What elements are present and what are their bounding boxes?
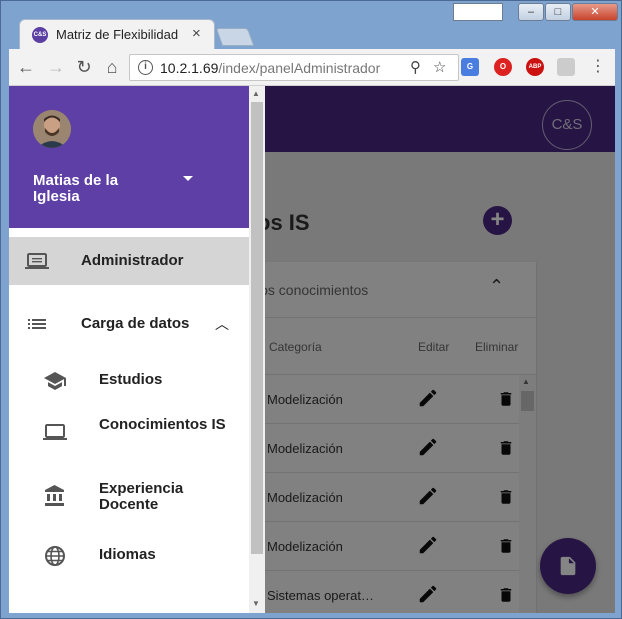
submenu-item-estudios[interactable]: Estudios	[9, 357, 249, 405]
info-icon[interactable]: i	[138, 60, 153, 75]
school-icon	[44, 372, 66, 390]
page-viewport: C&S os IS + los conocimientos ⌃ Categorí…	[9, 86, 615, 613]
address-bar[interactable]: i 10.2.1.69/index/panelAdministrador ⚲ ☆	[129, 54, 459, 81]
favicon-icon: C&S	[32, 27, 48, 43]
minimize-button[interactable]: –	[518, 3, 544, 21]
submenu-item-label: Experiencia Docente	[99, 480, 184, 513]
user-name: Matias de la Iglesia	[33, 172, 119, 205]
adblock-icon[interactable]: ABP	[526, 58, 544, 76]
home-icon[interactable]: ⌂	[101, 56, 123, 78]
submenu-item-label: Conocimientos IS	[99, 416, 226, 433]
star-icon[interactable]: ☆	[433, 58, 446, 76]
back-arrow-icon[interactable]: ←	[15, 56, 37, 78]
scroll-up-arrow-icon[interactable]: ▲	[252, 89, 260, 98]
close-window-button[interactable]: ✕	[572, 3, 618, 21]
menu-item-label: Administrador	[81, 252, 184, 269]
menu-dots-icon[interactable]: ⋮	[587, 56, 609, 78]
drawer-scrollbar[interactable]: ▲ ▼	[249, 86, 265, 613]
extension-icon[interactable]	[557, 58, 575, 76]
drawer-header: Matias de la Iglesia	[9, 86, 249, 228]
browser-window: C&S Matriz de Flexibilidad × – □ ✕ ← → ↻…	[0, 0, 622, 619]
bank-icon	[45, 485, 64, 506]
list-icon	[28, 319, 46, 329]
translate-extension-icon[interactable]: G	[461, 58, 479, 76]
browser-toolbar: ← → ↻ ⌂ i 10.2.1.69/index/panelAdministr…	[9, 49, 615, 86]
computer-icon	[25, 253, 49, 269]
chevron-up-icon[interactable]: ︿	[215, 314, 229, 334]
caret-down-icon[interactable]	[183, 176, 193, 181]
reload-icon[interactable]: ↻	[73, 56, 95, 78]
menu-item-administrador[interactable]: Administrador	[9, 237, 249, 285]
submenu-item-experiencia-docente[interactable]: Experiencia Docente	[9, 472, 249, 520]
navigation-drawer: Matias de la Iglesia Administrador Carga…	[9, 86, 249, 613]
submenu-item-label: Estudios	[99, 371, 163, 388]
forward-arrow-icon[interactable]: →	[45, 56, 67, 78]
maximize-button[interactable]: □	[545, 3, 571, 21]
new-tab-button[interactable]	[215, 28, 255, 46]
submenu-item-idiomas[interactable]: Idiomas	[9, 532, 249, 580]
title-bar: C&S Matriz de Flexibilidad × – □ ✕	[1, 1, 621, 49]
opera-extension-icon[interactable]: O	[494, 58, 512, 76]
scrollbar-thumb[interactable]	[251, 102, 263, 554]
tab-close-icon[interactable]: ×	[192, 25, 201, 42]
url-text: 10.2.1.69/index/panelAdministrador	[160, 60, 381, 76]
laptop-icon	[43, 424, 67, 440]
scroll-down-arrow-icon[interactable]: ▼	[252, 599, 260, 608]
tab-title: Matriz de Flexibilidad	[56, 27, 179, 42]
profile-button[interactable]	[453, 3, 503, 21]
avatar	[33, 110, 71, 148]
menu-item-carga-de-datos[interactable]: Carga de datos ︿	[9, 300, 249, 348]
submenu-item-label: Idiomas	[99, 546, 156, 563]
globe-icon	[45, 546, 65, 566]
key-icon[interactable]: ⚲	[410, 58, 421, 76]
submenu-item-conocimientos-is[interactable]: Conocimientos IS	[9, 408, 249, 456]
browser-tab[interactable]: C&S Matriz de Flexibilidad ×	[19, 19, 215, 49]
menu-item-label: Carga de datos	[81, 315, 190, 332]
